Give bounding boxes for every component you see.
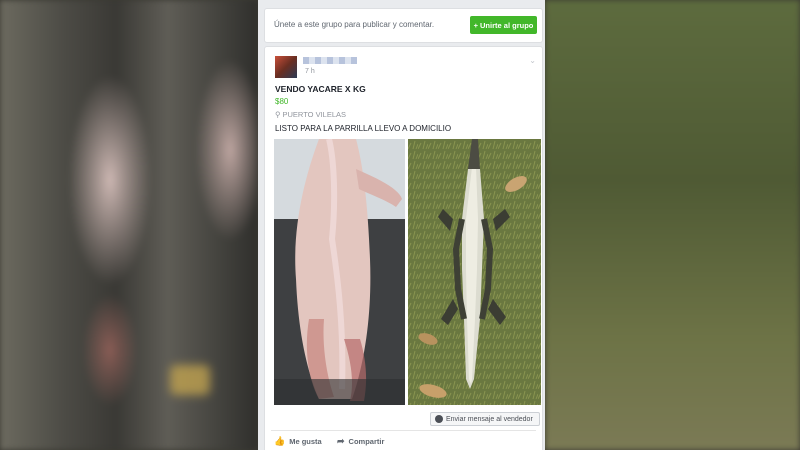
post-title: VENDO YACARE X KG	[275, 84, 366, 94]
post-location-text: PUERTO VILELAS	[282, 110, 347, 119]
post-timestamp[interactable]: 7 h	[305, 68, 315, 75]
marketplace-post: 7 h ⌄ VENDO YACARE X KG $80 ⚲ PUERTO VIL…	[264, 46, 543, 450]
post-photo-skinned-caiman[interactable]	[274, 139, 405, 405]
blurred-background-right	[545, 0, 800, 450]
facebook-post-panel: Únete a este grupo para publicar y comen…	[258, 0, 545, 450]
join-group-button-label: Unirte al grupo	[480, 20, 534, 30]
send-message-to-seller-button[interactable]: Enviar mensaje al vendedor	[430, 412, 540, 426]
blurred-background-left	[0, 0, 258, 450]
like-button[interactable]: 👍 Me gusta	[274, 436, 322, 447]
share-arrow-icon: ➦	[337, 436, 345, 446]
send-message-label: Enviar mensaje al vendedor	[446, 415, 533, 423]
messenger-icon	[435, 415, 443, 423]
join-group-button[interactable]: + Unirte al grupo	[470, 16, 537, 34]
join-group-bar: Únete a este grupo para publicar y comen…	[264, 8, 543, 43]
share-label: Compartir	[348, 437, 385, 446]
post-location: ⚲ PUERTO VILELAS	[275, 110, 346, 119]
caiman-on-grass-image	[408, 139, 541, 405]
post-description: LISTO PARA LA PARRILLA LLEVO A DOMICILIO	[275, 124, 452, 133]
skinned-caiman-image	[274, 139, 405, 405]
location-pin-icon: ⚲	[275, 110, 281, 119]
author-name-pixelated[interactable]	[303, 57, 357, 64]
post-price: $80	[275, 97, 289, 106]
like-label: Me gusta	[289, 437, 322, 446]
avatar[interactable]	[275, 56, 297, 78]
plus-icon: +	[473, 20, 479, 30]
post-photo-caiman-on-grass[interactable]	[408, 139, 541, 405]
join-prompt-text: Únete a este grupo para publicar y comen…	[274, 20, 435, 29]
chevron-down-icon[interactable]: ⌄	[529, 56, 536, 65]
share-button[interactable]: ➦ Compartir	[337, 436, 384, 447]
thumbs-up-icon: 👍	[274, 436, 286, 446]
divider	[271, 430, 536, 431]
